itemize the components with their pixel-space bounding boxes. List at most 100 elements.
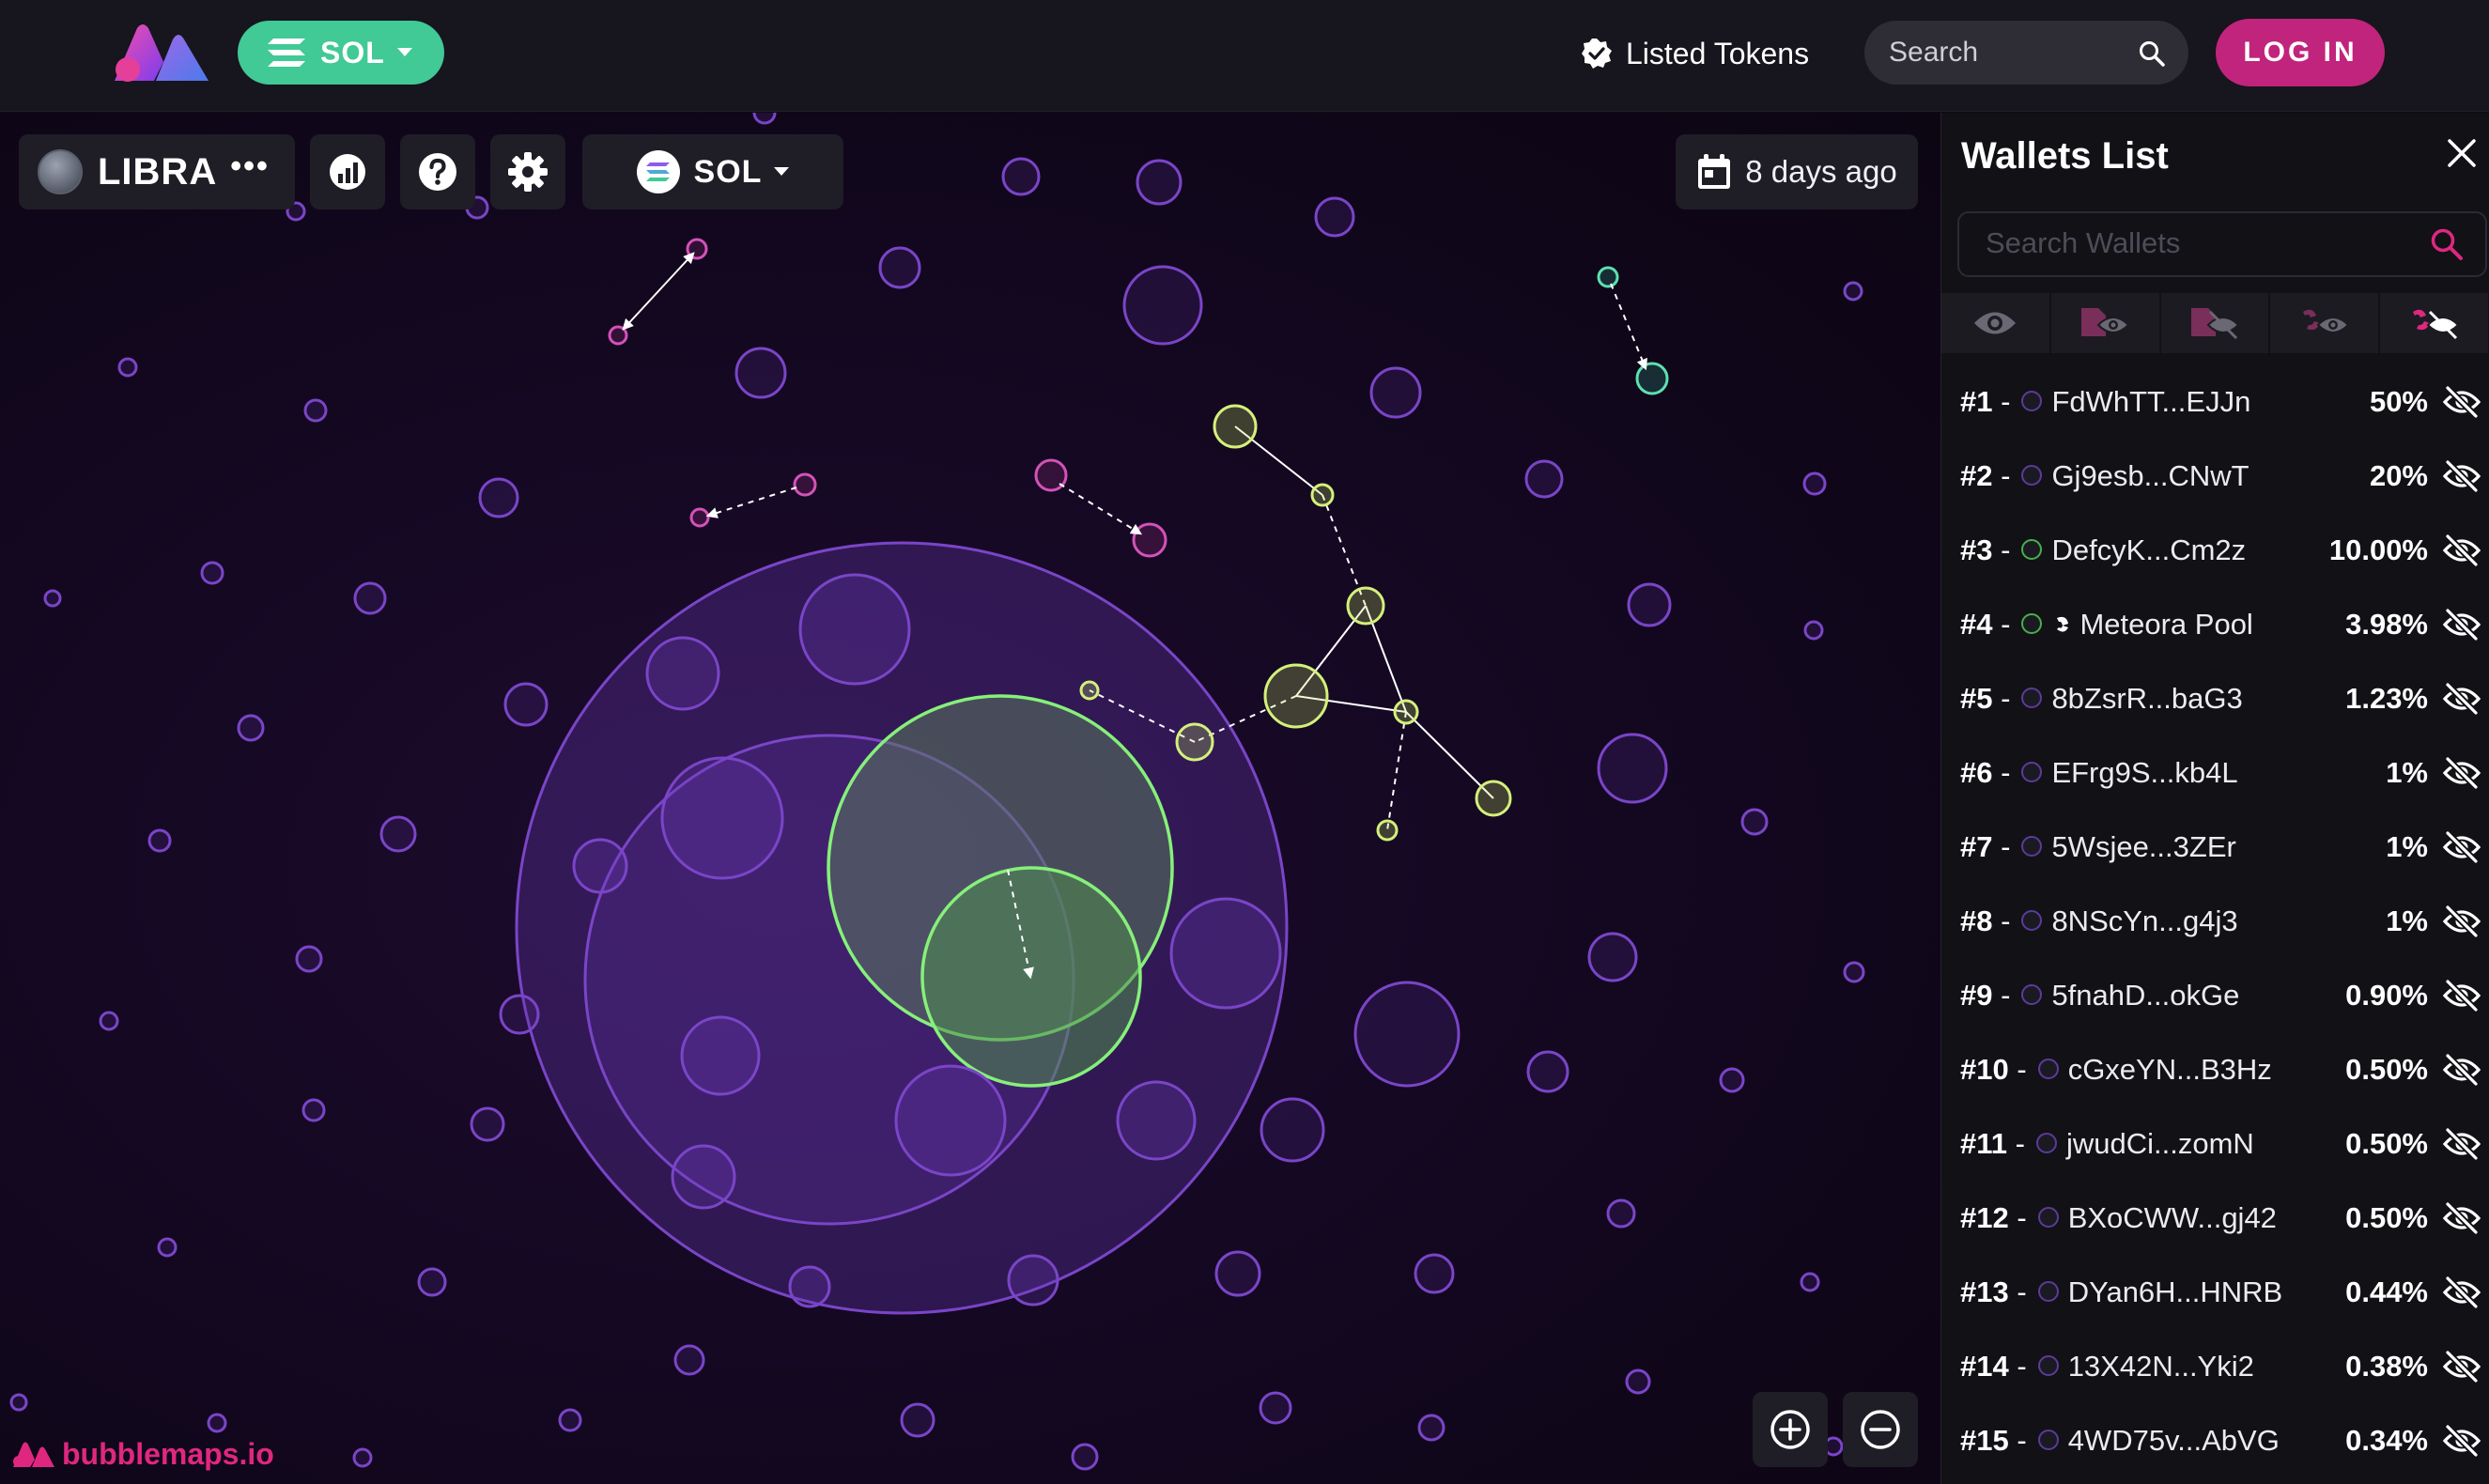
- eye-off-icon[interactable]: [2442, 979, 2481, 1013]
- wallet-bubble[interactable]: [1606, 1198, 1636, 1229]
- brand-link[interactable]: bubblemaps.io: [11, 1437, 274, 1472]
- wallet-bubble-4[interactable]: [920, 866, 1142, 1088]
- date-selector[interactable]: 8 days ago: [1676, 134, 1918, 209]
- eye-off-icon[interactable]: [2442, 1127, 2481, 1161]
- wallet-bubble[interactable]: [43, 589, 62, 608]
- token-search-input[interactable]: [1889, 37, 2124, 69]
- wallet-row[interactable]: #1 - FdWhTT...EJJn 50%: [1941, 364, 2489, 439]
- wallet-bubble[interactable]: [1259, 1391, 1292, 1425]
- wallet-row[interactable]: #7 - 5Wsjee...3ZEr 1%: [1941, 810, 2489, 884]
- wallet-bubble[interactable]: [900, 1402, 935, 1438]
- linked-wallet-bubble[interactable]: [1132, 522, 1167, 558]
- wallet-row[interactable]: #10 - cGxeYN...B3Hz 0.50%: [1941, 1032, 2489, 1106]
- analytics-button[interactable]: [310, 134, 385, 209]
- linked-wallet-bubble[interactable]: [1597, 266, 1619, 288]
- eye-off-icon[interactable]: [2442, 904, 2481, 938]
- filter-exchanges-hidden[interactable]: [2160, 293, 2271, 353]
- bubble-graph[interactable]: [0, 113, 1940, 1484]
- wallet-bubble[interactable]: [894, 1064, 1007, 1177]
- wallet-bubble[interactable]: [1802, 471, 1827, 496]
- eye-off-icon[interactable]: [2442, 608, 2481, 642]
- wallet-bubble[interactable]: [470, 1106, 505, 1142]
- search-icon[interactable]: [2138, 39, 2166, 68]
- filter-contracts-hidden[interactable]: [2380, 293, 2489, 353]
- wallet-bubble[interactable]: [1843, 281, 1863, 301]
- linked-wallet-bubble[interactable]: [1175, 722, 1214, 762]
- wallet-bubble[interactable]: [237, 714, 265, 742]
- wallet-bubble[interactable]: [1414, 1253, 1455, 1294]
- wallet-bubble[interactable]: [671, 1144, 736, 1210]
- wallet-bubble[interactable]: [1314, 196, 1355, 238]
- filter-all-visible[interactable]: [1941, 293, 2051, 353]
- wallet-bubble[interactable]: [1007, 1254, 1059, 1306]
- wallet-bubble[interactable]: [734, 347, 787, 399]
- wallet-bubble[interactable]: [478, 477, 519, 518]
- wallet-bubble[interactable]: [1169, 897, 1282, 1010]
- wallet-bubble[interactable]: [645, 636, 720, 711]
- listed-tokens-link[interactable]: Listed Tokens: [1581, 31, 1809, 76]
- wallet-bubble[interactable]: [417, 1267, 447, 1297]
- wallet-bubble[interactable]: [1597, 733, 1668, 804]
- wallet-bubble[interactable]: [1353, 981, 1461, 1088]
- wallet-bubble[interactable]: [1803, 620, 1824, 641]
- wallet-bubble[interactable]: [9, 1393, 28, 1412]
- wallet-row[interactable]: #4 - Meteora Pool 3.98%: [1941, 587, 2489, 661]
- wallet-bubble[interactable]: [1843, 961, 1865, 983]
- wallet-row[interactable]: #15 - 4WD75v...AbVG 0.34%: [1941, 1403, 2489, 1477]
- wallet-bubble[interactable]: [660, 756, 784, 880]
- wallet-bubble[interactable]: [352, 1447, 373, 1468]
- login-button[interactable]: LOG IN: [2216, 19, 2385, 86]
- linked-wallet-bubble[interactable]: [1213, 404, 1258, 449]
- zoom-in-button[interactable]: [1753, 1392, 1828, 1467]
- eye-off-icon[interactable]: [2442, 756, 2481, 790]
- wallet-bubble[interactable]: [1136, 159, 1183, 206]
- wallet-bubble[interactable]: [117, 357, 138, 378]
- bubblemaps-logo[interactable]: [111, 23, 214, 85]
- filter-contracts-visible[interactable]: [2270, 293, 2381, 353]
- wallet-bubble[interactable]: [200, 561, 224, 585]
- bubble-map-canvas[interactable]: [0, 113, 1940, 1484]
- wallet-bubble[interactable]: [1122, 265, 1203, 346]
- wallet-bubble[interactable]: [503, 682, 549, 727]
- eye-off-icon[interactable]: [2442, 830, 2481, 864]
- wallet-row[interactable]: #13 - DYan6H...HNRB 0.44%: [1941, 1255, 2489, 1329]
- eye-off-icon[interactable]: [2442, 533, 2481, 567]
- wallet-bubble[interactable]: [1587, 932, 1638, 982]
- wallet-bubble[interactable]: [1740, 808, 1769, 836]
- wallet-bubble[interactable]: [1214, 1250, 1261, 1297]
- wallet-bubble[interactable]: [499, 994, 540, 1035]
- wallet-bubble[interactable]: [99, 1011, 119, 1031]
- wallet-bubble[interactable]: [1116, 1080, 1197, 1161]
- wallet-row[interactable]: #14 - 13X42N...Yki2 0.38%: [1941, 1329, 2489, 1403]
- wallet-bubble[interactable]: [353, 581, 387, 615]
- wallet-bubble[interactable]: [303, 398, 328, 423]
- linked-wallet-bubble[interactable]: [1376, 819, 1399, 842]
- network-selector[interactable]: SOL: [582, 134, 843, 209]
- wallet-bubble[interactable]: [1524, 459, 1564, 499]
- wallet-row[interactable]: #2 - Gj9esb...CNwT 20%: [1941, 439, 2489, 513]
- wallet-row[interactable]: #11 - jwudCi...zomN 0.50%: [1941, 1106, 2489, 1181]
- eye-off-icon[interactable]: [2442, 1350, 2481, 1384]
- wallet-bubble[interactable]: [1627, 582, 1672, 627]
- linked-wallet-bubble[interactable]: [793, 472, 817, 497]
- help-button[interactable]: [400, 134, 475, 209]
- wallet-bubble[interactable]: [558, 1408, 582, 1432]
- wallet-row[interactable]: #8 - 8NScYn...g4j3 1%: [1941, 884, 2489, 958]
- linked-wallet-bubble[interactable]: [1346, 586, 1385, 626]
- wallet-row[interactable]: #12 - BXoCWW...gj42 0.50%: [1941, 1181, 2489, 1255]
- wallet-row[interactable]: #6 - EFrg9S...kb4L 1%: [1941, 735, 2489, 810]
- chain-selector[interactable]: SOL: [238, 21, 444, 85]
- linked-wallet-bubble[interactable]: [1079, 680, 1100, 701]
- eye-off-icon[interactable]: [2442, 385, 2481, 419]
- linked-wallet-bubble[interactable]: [1263, 663, 1329, 729]
- close-icon[interactable]: [2446, 137, 2478, 169]
- wallet-bubble[interactable]: [673, 1344, 705, 1376]
- wallet-bubble[interactable]: [1800, 1272, 1820, 1292]
- wallet-bubble[interactable]: [1526, 1050, 1569, 1093]
- eye-off-icon[interactable]: [2442, 1275, 2481, 1309]
- wallet-bubble[interactable]: [1417, 1414, 1445, 1442]
- search-icon[interactable]: [2429, 226, 2465, 262]
- wallet-search-input[interactable]: [1986, 226, 2418, 260]
- wallet-row[interactable]: #5 - 8bZsrR...baG3 1.23%: [1941, 661, 2489, 735]
- wallet-bubble[interactable]: [1369, 366, 1422, 419]
